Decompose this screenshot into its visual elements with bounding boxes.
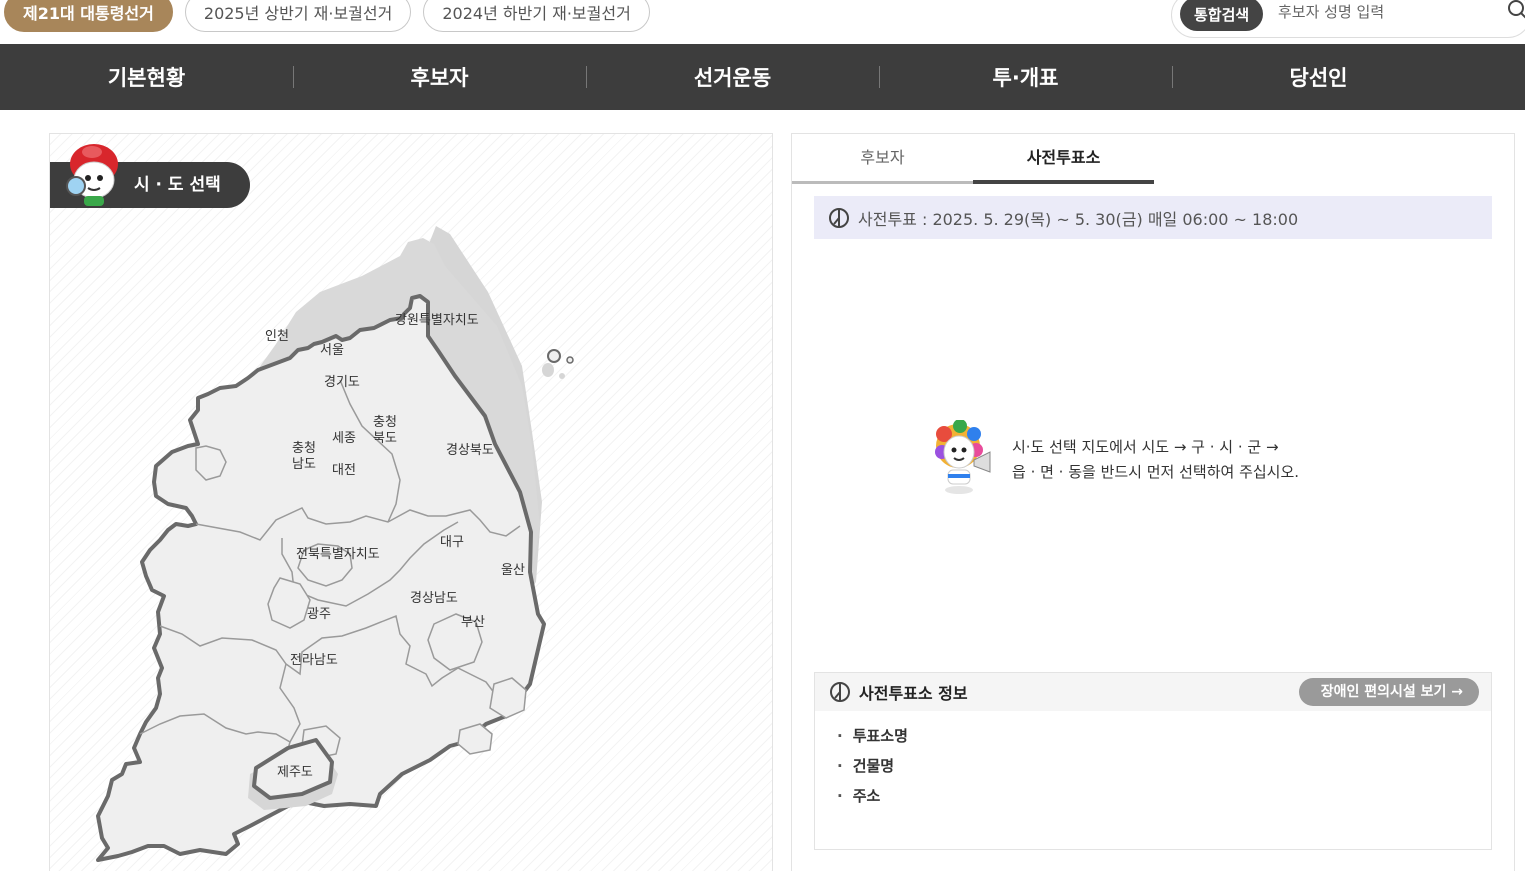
region-chungnam-line2[interactable]: 남도 xyxy=(292,457,316,472)
region-chungnam-line1[interactable]: 충청 xyxy=(292,441,316,456)
ballot-stamp-icon xyxy=(829,207,849,228)
region-chungbuk-line1[interactable]: 충청 xyxy=(373,415,397,430)
nav-campaign[interactable]: 선거운동 xyxy=(586,44,879,110)
region-busan[interactable]: 부산 xyxy=(461,615,485,630)
region-gangwon[interactable]: 강원특별자치도 xyxy=(395,313,479,328)
search-category-button[interactable]: 통합검색 xyxy=(1180,0,1264,31)
election-tabs: 제21대 대통령선거 2025년 상반기 재·보궐선거 2024년 하반기 재·… xyxy=(4,0,650,32)
region-gwangju[interactable]: 광주 xyxy=(307,607,331,622)
region-seoul[interactable]: 서울 xyxy=(320,343,344,358)
election-tab-2024-second-half[interactable]: 2024년 하반기 재·보궐선거 xyxy=(423,0,650,32)
field-building-name: 건물명 xyxy=(837,755,1491,785)
field-address: 주소 xyxy=(837,785,1491,815)
accessibility-facilities-label: 장애인 편의시설 보기 xyxy=(1320,684,1447,700)
region-sejong[interactable]: 세종 xyxy=(332,431,356,446)
nav-elected[interactable]: 당선인 xyxy=(1172,44,1465,110)
polling-station-fields: 투표소명 건물명 주소 xyxy=(815,711,1491,815)
search-bar: 통합검색 xyxy=(1171,0,1525,38)
region-daejeon[interactable]: 대전 xyxy=(332,463,356,478)
region-jeonnam[interactable]: 전라남도 xyxy=(290,653,338,668)
region-map-panel: 인천 서울 경기도 강원특별자치도 충청 북도 충청 남도 세종 대전 경상북도… xyxy=(49,133,773,871)
region-gyeonggi[interactable]: 경기도 xyxy=(324,375,360,390)
region-incheon[interactable]: 인천 xyxy=(265,329,289,344)
accessibility-facilities-button[interactable]: 장애인 편의시설 보기 → xyxy=(1298,678,1479,706)
search-input[interactable] xyxy=(1278,3,1498,21)
field-station-name: 투표소명 xyxy=(837,725,1491,755)
region-daegu[interactable]: 대구 xyxy=(440,535,464,550)
ballot-stamp-icon xyxy=(830,682,850,702)
search-icon[interactable] xyxy=(1507,0,1525,25)
guide-text-line2: 읍 · 면 · 동을 반드시 먼저 선택하여 주십시오. xyxy=(1012,463,1300,481)
early-voting-period: 사전투표 : 2025. 5. 29(목) ~ 5. 30(금) 매일 06:0… xyxy=(814,196,1492,239)
region-jeonbuk[interactable]: 전북특별자치도 xyxy=(296,547,380,562)
info-tabs: 후보자 사전투표소 xyxy=(792,134,1154,184)
guide-text: 시·도 선택 지도에서 시도 → 구 · 시 · 군 → 읍 · 면 · 동을 … xyxy=(1012,435,1299,485)
polling-station-info-title: 사전투표소 정보 xyxy=(859,684,968,703)
early-voting-period-text: 사전투표 : 2025. 5. 29(목) ~ 5. 30(금) 매일 06:0… xyxy=(858,209,1299,229)
guide-text-line1: 시·도 선택 지도에서 시도 → 구 · 시 · 군 → xyxy=(1012,438,1279,456)
region-jeju[interactable]: 제주도 xyxy=(277,765,313,780)
polling-station-info-header: 사전투표소 정보 장애인 편의시설 보기 → xyxy=(815,673,1491,711)
election-tab-2025-first-half[interactable]: 2025년 상반기 재·보궐선거 xyxy=(184,0,412,32)
korea-map: 인천 서울 경기도 강원특별자치도 충청 북도 충청 남도 세종 대전 경상북도… xyxy=(96,226,574,862)
selection-guide: 시·도 선택 지도에서 시도 → 구 · 시 · 군 → 읍 · 면 · 동을 … xyxy=(930,419,1299,500)
region-ulsan[interactable]: 울산 xyxy=(501,563,525,578)
polling-station-info: 사전투표소 정보 장애인 편의시설 보기 → 투표소명 건물명 주소 xyxy=(814,672,1492,850)
region-gyeongnam[interactable]: 경상남도 xyxy=(410,591,458,606)
arrow-right-icon: → xyxy=(1451,684,1463,700)
mascot-icon xyxy=(64,142,124,212)
early-voting-panel: 후보자 사전투표소 사전투표 : 2025. 5. 29(목) ~ 5. 30(… xyxy=(791,133,1515,871)
nav-basic-status[interactable]: 기본현황 xyxy=(0,44,293,110)
region-chungbuk-line2[interactable]: 북도 xyxy=(373,431,397,446)
main-navigation: 기본현황 후보자 선거운동 투·개표 당선인 xyxy=(0,44,1525,110)
nav-candidates[interactable]: 후보자 xyxy=(293,44,586,110)
nav-voting-counting[interactable]: 투·개표 xyxy=(879,44,1172,110)
region-gyeongbuk[interactable]: 경상북도 xyxy=(446,443,494,458)
election-tab-21st-president[interactable]: 제21대 대통령선거 xyxy=(4,0,173,32)
mascot-megaphone-icon xyxy=(930,419,992,500)
tab-candidates[interactable]: 후보자 xyxy=(792,134,973,184)
tab-early-polling-station[interactable]: 사전투표소 xyxy=(973,134,1154,184)
